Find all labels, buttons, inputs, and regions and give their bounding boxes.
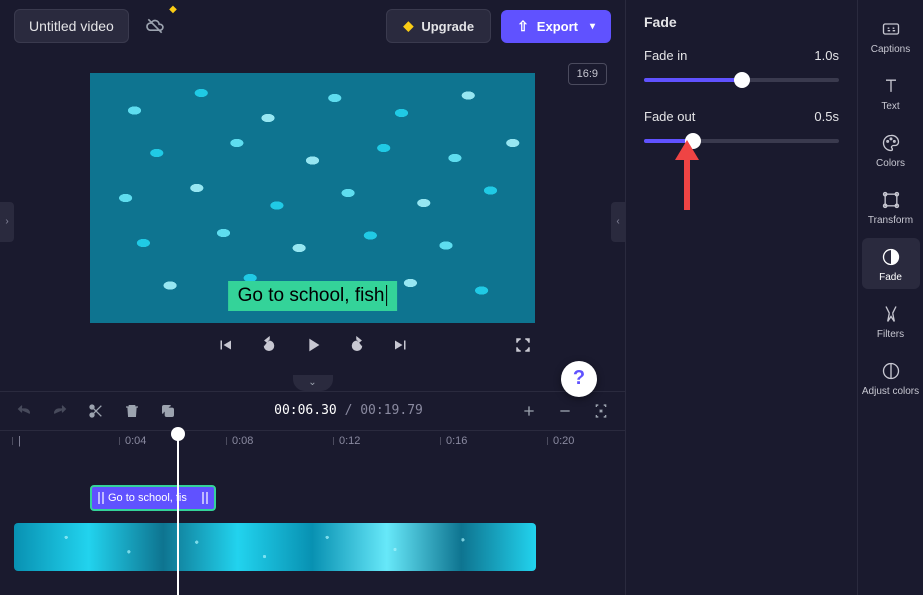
- cloud-sync-button[interactable]: ◆: [139, 10, 171, 42]
- fade-icon: [880, 246, 902, 268]
- rail-transform[interactable]: Transform: [862, 181, 920, 232]
- filters-icon: [880, 303, 902, 325]
- upgrade-label: Upgrade: [421, 19, 474, 34]
- tool-rail: Captions Text Colors Transform Fade Filt…: [857, 0, 923, 595]
- ruler-start-mark: |: [18, 435, 21, 447]
- stage: › ‹ 16:9 Go to school, fish 5 5 ? ⌄: [0, 53, 625, 391]
- total-time: 00:19.79: [360, 403, 423, 418]
- ruler-tick: 0:20: [553, 435, 574, 447]
- right-panel-toggle[interactable]: ‹: [611, 202, 625, 242]
- zoom-out-button[interactable]: [555, 401, 575, 421]
- export-button[interactable]: ⇧ Export ▾: [501, 10, 611, 43]
- current-time: 00:06.30: [274, 403, 337, 418]
- rail-adjust-colors[interactable]: Adjust colors: [862, 352, 920, 403]
- slider-thumb[interactable]: [734, 72, 750, 88]
- fade-out-label: Fade out: [644, 109, 695, 124]
- redo-button[interactable]: [50, 401, 70, 421]
- panel-title: Fade: [644, 14, 839, 30]
- left-panel-toggle[interactable]: ›: [0, 202, 14, 242]
- delete-button[interactable]: [122, 401, 142, 421]
- rail-filters[interactable]: Filters: [862, 295, 920, 346]
- ruler-tick: 0:12: [339, 435, 360, 447]
- timeline[interactable]: | 0:04 0:08 0:12 0:16 0:20 Go to school,…: [0, 430, 625, 595]
- fade-in-slider[interactable]: [644, 73, 839, 87]
- premium-badge-icon: ◆: [169, 4, 177, 15]
- ruler-tick: 0:16: [446, 435, 467, 447]
- ruler-tick: 0:04: [125, 435, 146, 447]
- export-label: Export: [537, 19, 578, 34]
- rail-colors[interactable]: Colors: [862, 124, 920, 175]
- video-clip[interactable]: [14, 523, 536, 571]
- text-clip-label: Go to school, fis: [108, 492, 187, 504]
- clip-left-handle[interactable]: [98, 492, 104, 504]
- fade-in-value: 1.0s: [814, 48, 839, 63]
- play-button[interactable]: [301, 333, 325, 357]
- timecode: 00:06.30 / 00:19.79: [194, 403, 503, 418]
- duplicate-button[interactable]: [158, 401, 178, 421]
- fit-timeline-button[interactable]: [591, 401, 611, 421]
- svg-text:5: 5: [354, 344, 357, 350]
- forward-5s-button[interactable]: 5: [345, 333, 369, 357]
- add-track-button[interactable]: [519, 401, 539, 421]
- fullscreen-button[interactable]: [511, 333, 535, 357]
- rail-captions[interactable]: Captions: [862, 10, 920, 61]
- aspect-ratio-button[interactable]: 16:9: [568, 63, 607, 85]
- fade-panel: Fade Fade in 1.0s Fade out 0.5s: [625, 0, 857, 595]
- transform-icon: [880, 189, 902, 211]
- upload-icon: ⇧: [517, 18, 529, 35]
- video-preview[interactable]: Go to school, fish: [90, 73, 535, 323]
- skip-forward-button[interactable]: [389, 333, 413, 357]
- undo-button[interactable]: [14, 401, 34, 421]
- svg-text:5: 5: [266, 344, 269, 350]
- ruler-tick: 0:08: [232, 435, 253, 447]
- diamond-icon: ◆: [403, 18, 413, 34]
- adjust-icon: [880, 360, 902, 382]
- annotation-arrow: [672, 140, 702, 213]
- skip-back-button[interactable]: [213, 333, 237, 357]
- timeline-toolbar: 00:06.30 / 00:19.79: [0, 391, 625, 430]
- text-icon: [880, 75, 902, 97]
- transport-controls: 5 5: [90, 333, 535, 357]
- fade-in-row: Fade in 1.0s: [644, 48, 839, 87]
- help-button[interactable]: ?: [561, 361, 597, 397]
- upgrade-button[interactable]: ◆ Upgrade: [386, 9, 491, 43]
- text-clip[interactable]: Go to school, fis: [90, 485, 216, 511]
- project-title[interactable]: Untitled video: [14, 9, 129, 43]
- palette-icon: [880, 132, 902, 154]
- playhead[interactable]: [177, 431, 179, 595]
- captions-icon: [880, 18, 902, 40]
- rail-text[interactable]: Text: [862, 67, 920, 118]
- fade-in-label: Fade in: [644, 48, 687, 63]
- chevron-down-icon: ▾: [590, 21, 595, 32]
- collapse-stage-button[interactable]: ⌄: [293, 375, 333, 391]
- fade-out-value: 0.5s: [814, 109, 839, 124]
- split-button[interactable]: [86, 401, 106, 421]
- clip-right-handle[interactable]: [202, 492, 208, 504]
- caption-overlay[interactable]: Go to school, fish: [228, 281, 398, 311]
- rail-fade[interactable]: Fade: [862, 238, 920, 289]
- rewind-5s-button[interactable]: 5: [257, 333, 281, 357]
- time-ruler[interactable]: | 0:04 0:08 0:12 0:16 0:20: [0, 431, 625, 455]
- topbar: Untitled video ◆ ◆ Upgrade ⇧ Export ▾: [0, 0, 625, 53]
